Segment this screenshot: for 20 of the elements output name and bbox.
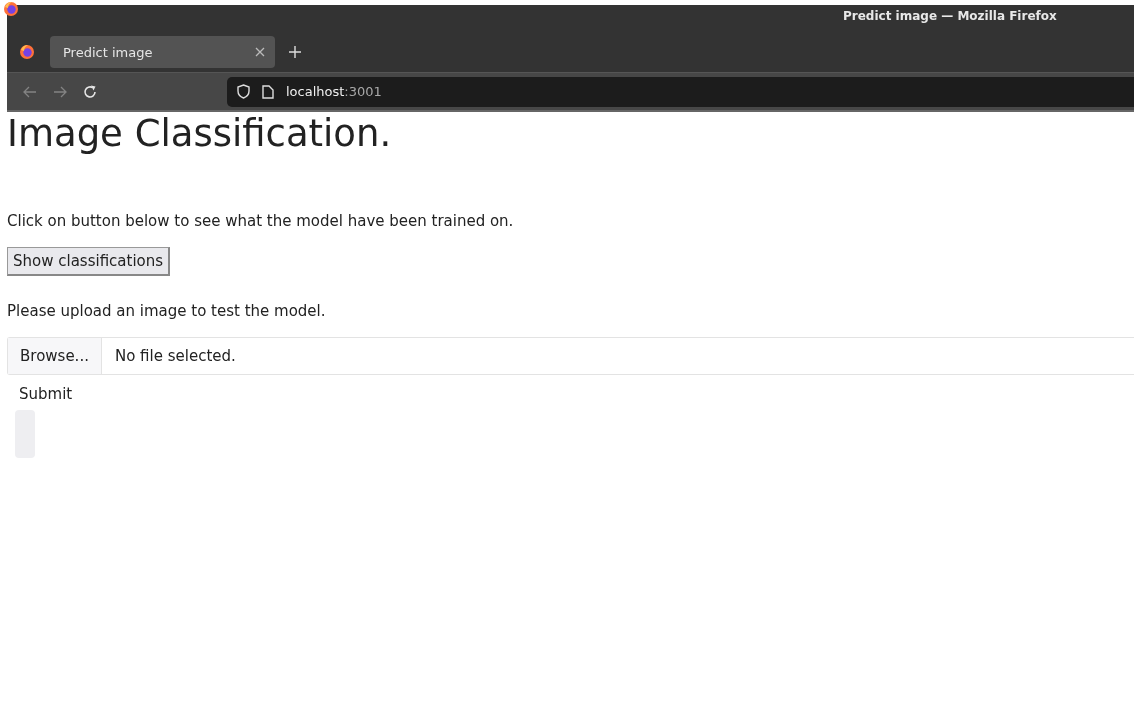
url-port: :3001 bbox=[344, 84, 382, 99]
reload-icon[interactable] bbox=[83, 84, 97, 99]
close-icon bbox=[255, 47, 265, 57]
shield-icon bbox=[237, 84, 250, 99]
tab-title: Predict image bbox=[63, 44, 153, 60]
intro-text: Click on button below to see what the model have been trained on. bbox=[7, 212, 515, 230]
window-title: Predict image — Mozilla Firefox bbox=[843, 9, 1057, 23]
address-bar[interactable]: localhost:3001 bbox=[227, 76, 1134, 107]
file-status: No file selected. bbox=[113, 346, 236, 367]
firefox-logo-icon bbox=[19, 44, 35, 60]
show-classifications-button[interactable]: Show classifications bbox=[7, 247, 171, 276]
plus-icon bbox=[289, 46, 301, 58]
submit-button[interactable]: Submit bbox=[7, 385, 85, 403]
upload-prompt: Please upload an image to test the model. bbox=[7, 302, 327, 320]
firefox-logo-icon bbox=[3, 1, 19, 17]
browse-button[interactable]: Browse... bbox=[8, 338, 102, 374]
browser-tab[interactable]: Predict image bbox=[50, 36, 275, 68]
page-heading: Image Classification. bbox=[7, 112, 393, 156]
url-host: localhost bbox=[286, 84, 345, 99]
page-icon bbox=[262, 84, 274, 99]
